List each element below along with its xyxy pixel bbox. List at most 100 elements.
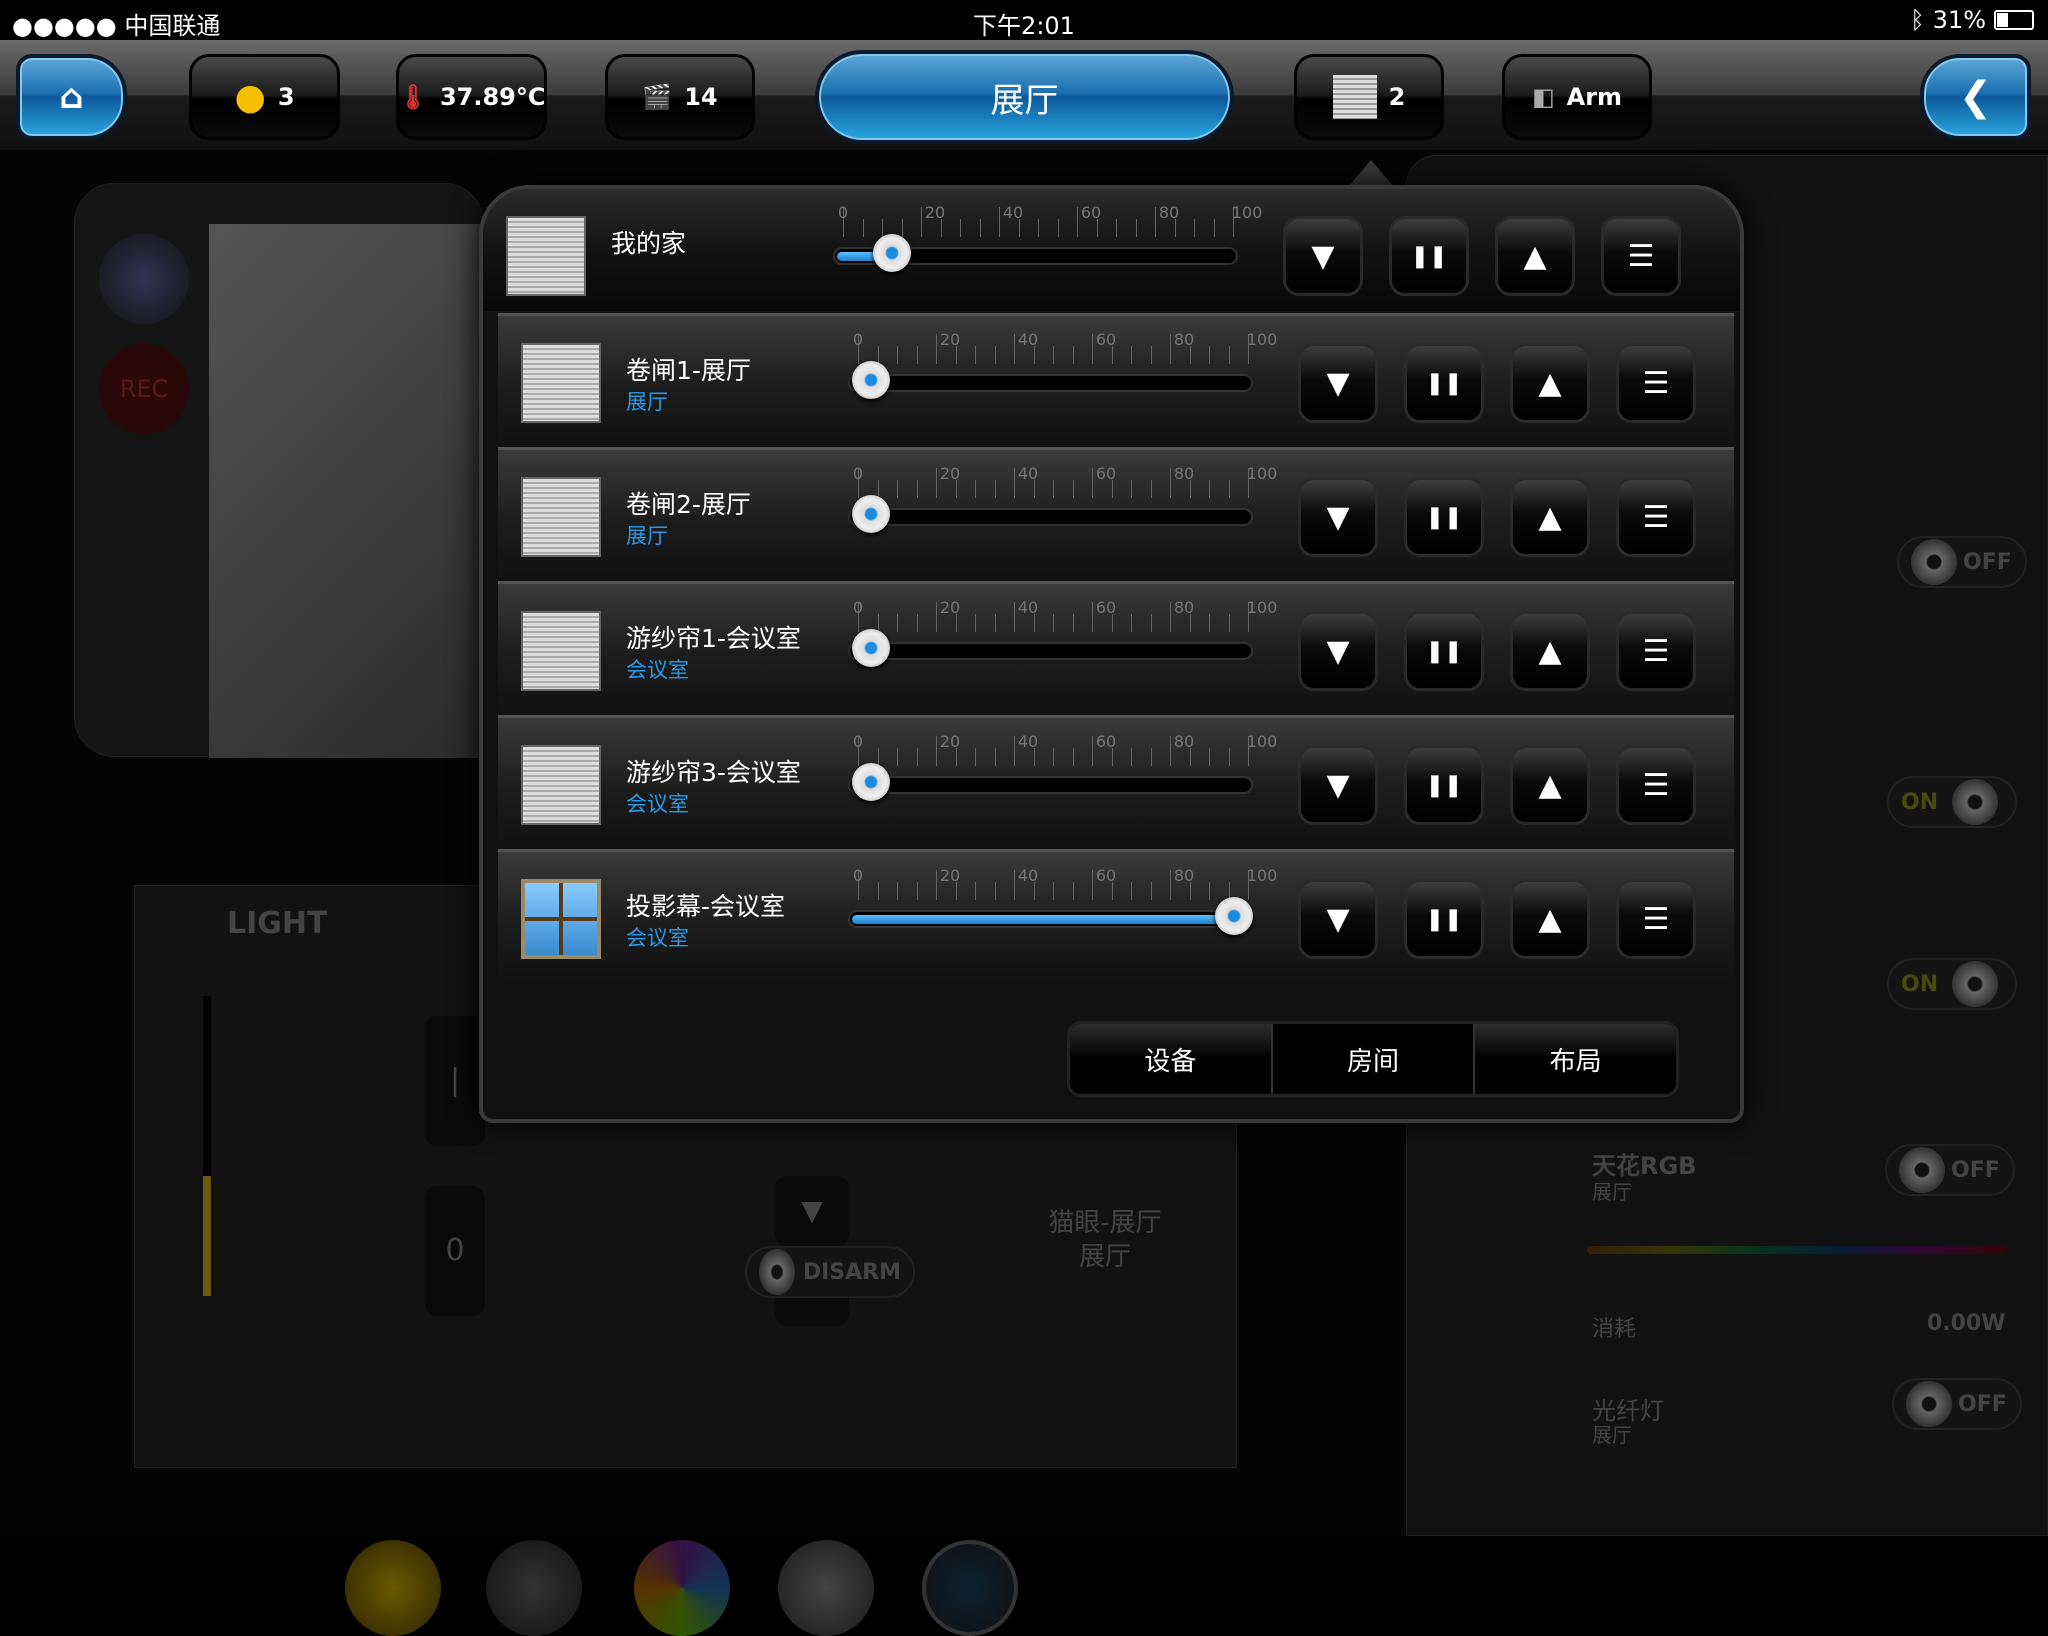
tab-rooms[interactable]: 房间: [1270, 1024, 1474, 1094]
dimmer-slider[interactable]: [203, 996, 211, 1296]
pause-button[interactable]: ❚❚: [1404, 477, 1484, 557]
temperature-button[interactable]: 🌡 37.89°C: [396, 54, 547, 140]
position-slider[interactable]: [833, 234, 1238, 272]
menu-button[interactable]: ☰: [1616, 343, 1696, 423]
home-logo-icon: ⌂: [59, 77, 84, 117]
security-button[interactable]: ◧ Arm: [1502, 54, 1652, 140]
tab-layout[interactable]: 布局: [1473, 1024, 1676, 1094]
pause-button[interactable]: ❚❚: [1404, 343, 1484, 423]
menu-button[interactable]: ☰: [1616, 611, 1696, 691]
up-button[interactable]: ▲: [1510, 611, 1590, 691]
down-button[interactable]: ▼: [775, 1176, 849, 1246]
scale-tick: [1038, 219, 1039, 237]
down-button[interactable]: ▼: [1298, 745, 1378, 825]
position-slider[interactable]: [848, 897, 1253, 935]
rgb-toggle[interactable]: OFF: [1885, 1144, 2015, 1196]
pause-button[interactable]: ❚❚: [1404, 879, 1484, 959]
lights-button[interactable]: ● 3: [189, 54, 340, 140]
menu-button[interactable]: ☰: [1616, 745, 1696, 825]
scale-tick: [1209, 748, 1210, 766]
slider-knob[interactable]: [1215, 897, 1253, 935]
scale-tick: [1014, 870, 1015, 900]
position-slider[interactable]: [848, 361, 1253, 399]
popup-pointer: [1349, 160, 1393, 186]
up-button[interactable]: ▲: [1510, 343, 1590, 423]
scale-label: 100: [1246, 732, 1278, 751]
scale-label: 80: [1173, 464, 1195, 483]
scale-label: 60: [1095, 330, 1117, 349]
toggle-off-1[interactable]: OFF: [1897, 536, 2027, 588]
window-icon: [521, 879, 601, 959]
position-slider[interactable]: [848, 629, 1253, 667]
pause-icon: ❚❚: [1410, 243, 1448, 269]
dock-camera-icon[interactable]: [778, 1540, 874, 1636]
up-icon: ▲: [1523, 238, 1547, 274]
shutter-row: 我的家 0 20 40 60 80 100 ▼ ❚❚ ▲ ☰: [483, 189, 1740, 311]
pause-button[interactable]: ❚❚: [1389, 216, 1469, 296]
scale-tick: [936, 870, 937, 900]
menu-button[interactable]: ☰: [1616, 879, 1696, 959]
down-button[interactable]: ▼: [1298, 879, 1378, 959]
down-button[interactable]: ▼: [1298, 477, 1378, 557]
up-icon: ▲: [1538, 365, 1562, 401]
menu-button[interactable]: ☰: [1616, 477, 1696, 557]
down-icon: ▼: [1326, 633, 1350, 669]
slider-knob[interactable]: [873, 234, 912, 272]
rgb-color-slider[interactable]: [1587, 1246, 2007, 1254]
shutter-row: 卷闸1-展厅 展厅 0 20 40 60 80 100 ▼ ❚❚ ▲ ☰: [498, 313, 1734, 447]
up-button[interactable]: ▲: [1495, 216, 1575, 296]
scenes-button[interactable]: 🎬 14: [605, 54, 755, 140]
toggle-on-2[interactable]: ON: [1887, 958, 2017, 1010]
scale-label: 40: [1017, 732, 1039, 751]
record-button[interactable]: REC: [99, 344, 189, 434]
scale-label: 60: [1095, 732, 1117, 751]
room-selector[interactable]: 展厅: [815, 50, 1234, 144]
scale-tick: [1209, 346, 1210, 364]
scale-tick: [1194, 219, 1195, 237]
scale-tick: [877, 882, 879, 900]
slider-fill: [852, 915, 1235, 924]
pause-button[interactable]: ❚❚: [1404, 745, 1484, 825]
slider-knob[interactable]: [852, 763, 890, 801]
pause-button[interactable]: ❚❚: [1404, 611, 1484, 691]
temperature-value: 37.89°C: [439, 83, 546, 111]
pause-icon: ❚❚: [1425, 638, 1463, 664]
device-name: 卷闸2-展厅: [626, 490, 751, 519]
down-button[interactable]: ▼: [1298, 343, 1378, 423]
back-button[interactable]: ❮: [1920, 54, 2031, 140]
position-slider[interactable]: [848, 763, 1253, 801]
switch-off-button[interactable]: 0: [425, 1186, 485, 1316]
toggle-on-1[interactable]: ON: [1887, 776, 2017, 828]
dock-bulb-icon[interactable]: [345, 1540, 441, 1636]
home-button[interactable]: ⌂: [16, 54, 127, 140]
up-button[interactable]: ▲: [1510, 745, 1590, 825]
up-button[interactable]: ▲: [1510, 477, 1590, 557]
dock-user-icon[interactable]: [922, 1540, 1018, 1636]
clock: 下午2:01: [973, 12, 1075, 40]
scale-tick: [979, 219, 981, 237]
scale-tick: [1072, 748, 1074, 766]
dock-energy-icon[interactable]: [634, 1540, 730, 1636]
tab-devices[interactable]: 设备: [1070, 1024, 1271, 1094]
slider-knob[interactable]: [852, 495, 890, 533]
disarm-toggle[interactable]: DISARM: [745, 1246, 915, 1298]
fiber-toggle[interactable]: OFF: [1892, 1378, 2022, 1430]
down-button[interactable]: ▼: [1283, 216, 1363, 296]
shutter-icon: [521, 477, 601, 557]
switch-on-button[interactable]: |: [425, 1016, 485, 1146]
slider-knob[interactable]: [852, 629, 890, 667]
pause-icon: ❚❚: [1425, 906, 1463, 932]
down-button[interactable]: ▼: [1298, 611, 1378, 691]
shutters-button[interactable]: 2: [1294, 54, 1444, 140]
scale-tick: [1170, 334, 1171, 364]
slider-scale: 0 20 40 60 80 100: [850, 328, 1277, 374]
scale-tick: [1209, 480, 1210, 498]
menu-icon: ☰: [1642, 901, 1670, 937]
scale-label: 20: [924, 203, 946, 222]
down-icon: ▼: [1311, 238, 1335, 274]
slider-knob[interactable]: [852, 361, 890, 399]
menu-button[interactable]: ☰: [1601, 216, 1681, 296]
position-slider[interactable]: [848, 495, 1253, 533]
dock-weather-icon[interactable]: [486, 1540, 582, 1636]
up-button[interactable]: ▲: [1510, 879, 1590, 959]
